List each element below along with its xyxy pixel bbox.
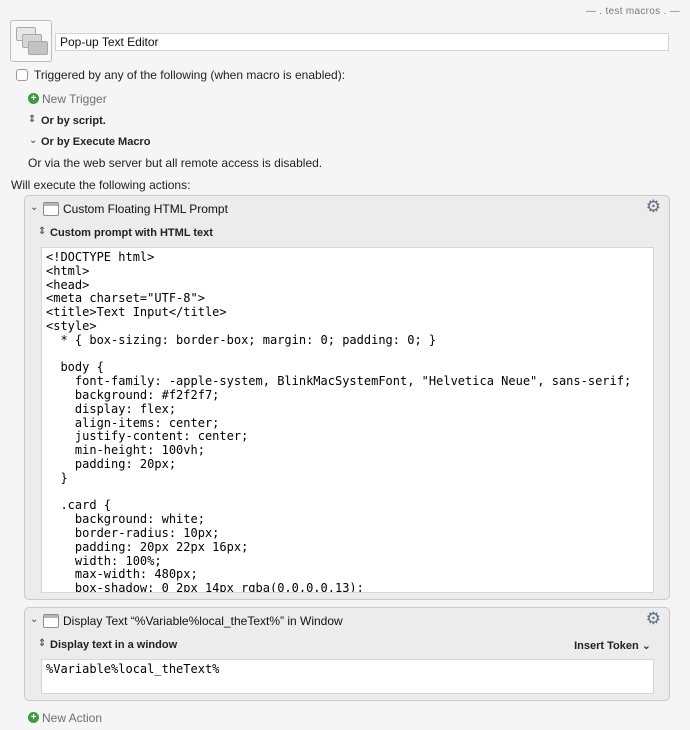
chevron-down-icon[interactable]: ⌄ bbox=[29, 135, 37, 146]
new-trigger-button[interactable]: New Trigger bbox=[42, 92, 107, 106]
new-action-button[interactable]: New Action bbox=[42, 711, 102, 725]
chevron-down-icon[interactable]: ⌄ bbox=[30, 614, 38, 625]
up-down-chevron-icon[interactable]: ⇕ bbox=[38, 638, 46, 649]
insert-token-label: Insert Token bbox=[574, 640, 639, 652]
action-window-icon bbox=[43, 614, 59, 628]
action-title[interactable]: Custom Floating HTML Prompt bbox=[63, 202, 228, 216]
html-code-editor[interactable]: <!DOCTYPE html> <html> <head> <meta char… bbox=[41, 247, 654, 593]
chevron-down-icon: ⌄ bbox=[641, 640, 651, 652]
display-text-label[interactable]: Display text in a window bbox=[50, 639, 177, 651]
chevron-down-icon[interactable]: ⌄ bbox=[30, 202, 38, 213]
custom-prompt-label[interactable]: Custom prompt with HTML text bbox=[50, 227, 213, 239]
up-down-chevron-icon[interactable]: ⇕ bbox=[38, 226, 46, 237]
action-panel-display-text[interactable]: ⌄ Display Text “%Variable%local_theText%… bbox=[24, 607, 670, 701]
triggered-checkbox[interactable] bbox=[16, 69, 28, 81]
gear-icon[interactable]: ⚙ bbox=[646, 609, 661, 629]
plus-circle-icon[interactable]: + bbox=[28, 712, 39, 723]
triggered-label: Triggered by any of the following (when … bbox=[34, 68, 346, 82]
or-by-script-label[interactable]: Or by script. bbox=[41, 115, 106, 127]
gear-icon[interactable]: ⚙ bbox=[646, 197, 661, 217]
window-stack-icon-3 bbox=[28, 41, 48, 55]
or-by-execute-macro-label[interactable]: Or by Execute Macro bbox=[41, 136, 150, 148]
up-down-chevron-icon[interactable]: ⇕ bbox=[28, 114, 36, 125]
actions-intro-label: Will execute the following actions: bbox=[11, 178, 191, 192]
macro-group-label: — . test macros . — bbox=[585, 6, 680, 17]
macro-icon[interactable] bbox=[10, 20, 52, 62]
web-server-label: Or via the web server but all remote acc… bbox=[28, 156, 323, 170]
action-title[interactable]: Display Text “%Variable%local_theText%” … bbox=[63, 614, 343, 628]
action-panel-custom-html-prompt[interactable]: ⌄ Custom Floating HTML Prompt ⚙ ⇕ Custom… bbox=[24, 195, 670, 600]
macro-name-field[interactable] bbox=[55, 33, 669, 51]
display-text-field[interactable]: %Variable%local_theText% bbox=[41, 659, 654, 694]
insert-token-button[interactable]: Insert Token ⌄ bbox=[574, 639, 651, 652]
action-window-icon bbox=[43, 202, 59, 216]
plus-circle-icon[interactable]: + bbox=[28, 93, 39, 104]
